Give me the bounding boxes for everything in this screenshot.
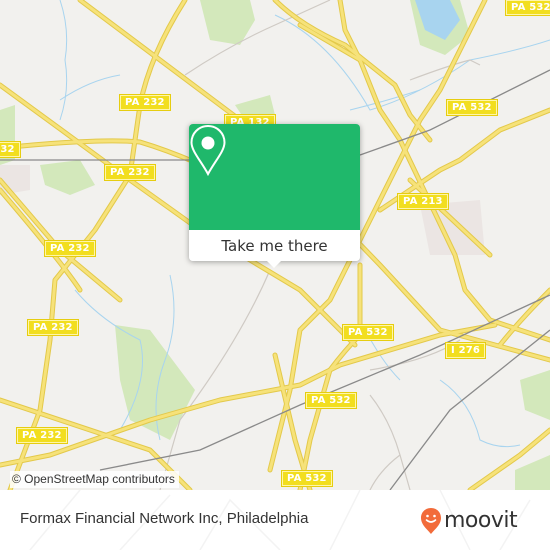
stream	[349, 89, 421, 111]
map-view[interactable]: PA 232 PA 232 PA 232 PA 232 PA 232 PA 23…	[0, 0, 550, 490]
location-popup: Take me there	[189, 124, 360, 268]
park-area	[115, 325, 195, 440]
stream	[59, 0, 68, 121]
landuse-area	[0, 165, 30, 195]
popup-header	[189, 124, 360, 230]
road-label-pa232: PA 232	[120, 95, 170, 110]
take-me-there-button[interactable]: Take me there	[189, 230, 360, 261]
road-label-pa532: PA 532	[282, 471, 332, 486]
place-title: Formax Financial Network Inc, Philadelph…	[20, 510, 309, 527]
park-area	[515, 455, 550, 490]
road-label-pa232: PA 232	[45, 241, 95, 256]
moovit-logo[interactable]: moovit	[420, 507, 518, 535]
road-label-pa232: PA 232	[17, 428, 67, 443]
road-label-pa232: PA 232	[0, 142, 20, 157]
stream	[59, 74, 121, 101]
popup-pointer	[266, 260, 282, 268]
minor-road	[369, 394, 411, 490]
road-label-pa232: PA 232	[28, 320, 78, 335]
road-label-pa532: PA 532	[343, 325, 393, 340]
road-label-pa532: PA 532	[447, 100, 497, 115]
road-label-pa532: PA 532	[306, 393, 356, 408]
moovit-wordmark: moovit	[444, 508, 518, 533]
road-label-pa213: PA 213	[398, 194, 448, 209]
map-pin-icon	[190, 124, 226, 176]
map-attribution[interactable]: © OpenStreetMap contributors	[10, 471, 179, 488]
road-label-pa232: PA 232	[105, 165, 155, 180]
road-label-pa532: PA 532	[506, 0, 550, 15]
stream	[439, 379, 521, 448]
park-area	[520, 370, 550, 420]
minor-road	[369, 454, 401, 490]
road-minor-west-2	[0, 188, 82, 292]
road-label-i276: I 276	[446, 343, 486, 358]
park-area	[40, 160, 95, 195]
road-north	[273, 0, 432, 142]
moovit-smile-pin-icon	[421, 508, 441, 534]
